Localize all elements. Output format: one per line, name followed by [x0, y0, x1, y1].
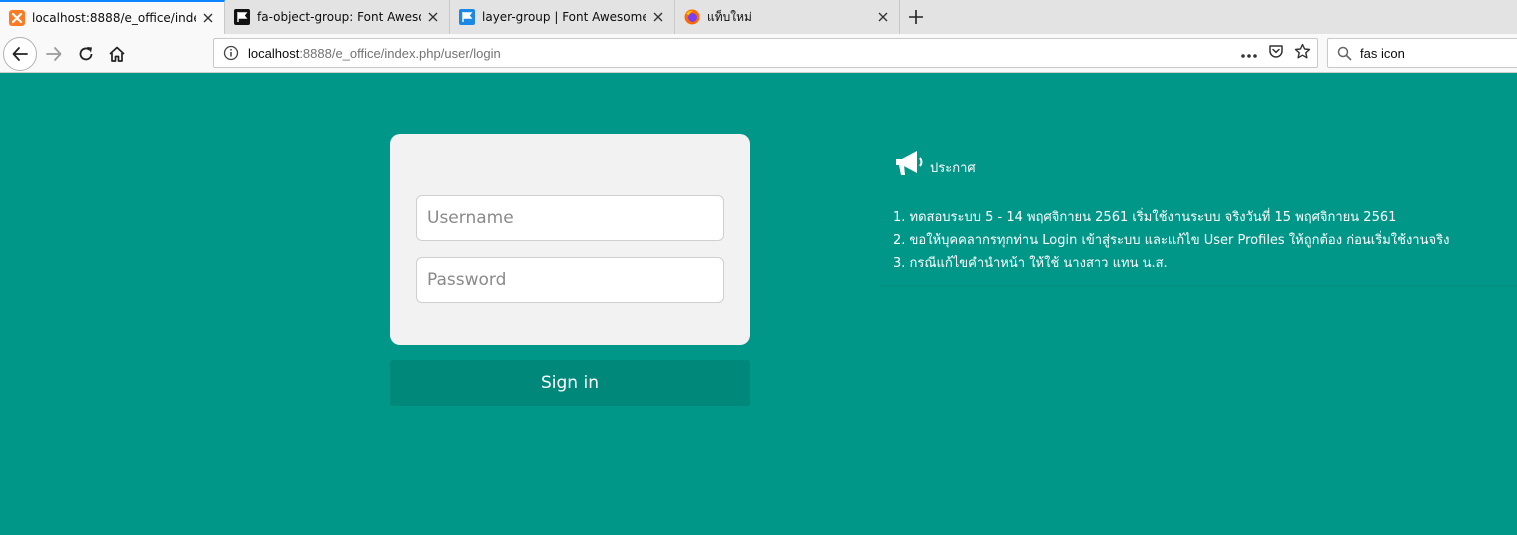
tab-layer-group[interactable]: layer-group | Font Awesome	[450, 0, 675, 34]
list-item: 3. กรณีแก้ไขคำนำหน้า ให้ใช้ นางสาว แทน น…	[893, 256, 1168, 271]
tab-title: layer-group | Font Awesome	[482, 10, 646, 24]
pocket-icon[interactable]	[1268, 43, 1284, 63]
flag-icon	[459, 9, 475, 25]
home-icon	[109, 46, 125, 62]
tab-localhost[interactable]: localhost:8888/e_office/index.p	[0, 0, 225, 34]
navigation-toolbar: localhost:8888/e_office/index.php/user/l…	[0, 34, 1517, 73]
new-tab-button[interactable]	[900, 0, 932, 34]
password-field[interactable]	[416, 257, 724, 303]
url-actions	[1240, 39, 1311, 67]
search-icon	[1336, 45, 1352, 61]
sign-in-button[interactable]: Sign in	[390, 360, 750, 406]
announcement-title: ประกาศ	[930, 161, 976, 176]
close-icon[interactable]	[425, 9, 441, 25]
list-item: 2. ขอให้บุคคลากรทุกท่าน Login เข้าสู่ระบ…	[893, 233, 1450, 248]
tab-fa-object-group[interactable]: fa-object-group: Font Awesom	[225, 0, 450, 34]
url-host: localhost	[248, 45, 300, 61]
home-button[interactable]	[101, 38, 133, 70]
plus-icon	[909, 10, 923, 24]
url-path: :8888/e_office/index.php/user/login	[299, 45, 501, 61]
announcement-panel: ประกาศ 1. ทดสอบระบบ 5 - 14 พฤศจิกายน 256…	[880, 140, 1517, 286]
bookmark-star-icon[interactable]	[1294, 43, 1311, 64]
search-bar[interactable]	[1327, 38, 1517, 68]
reload-icon	[79, 47, 93, 61]
announcement-list: 1. ทดสอบระบบ 5 - 14 พฤศจิกายน 2561 เริ่ม…	[893, 206, 1449, 275]
tab-strip: localhost:8888/e_office/index.p fa-objec…	[0, 0, 1517, 34]
tab-new-tab[interactable]: แท็บใหม่	[675, 0, 900, 34]
info-icon[interactable]	[222, 44, 240, 62]
address-bar[interactable]: localhost:8888/e_office/index.php/user/l…	[213, 38, 1318, 68]
bullhorn-icon	[896, 151, 923, 175]
announcement-header: ประกาศ	[893, 148, 976, 178]
page-actions-icon[interactable]	[1240, 44, 1258, 63]
username-field[interactable]	[416, 195, 724, 241]
arrow-right-icon	[46, 47, 62, 61]
flag-icon	[234, 9, 250, 25]
close-icon[interactable]	[875, 9, 891, 25]
tab-title: fa-object-group: Font Awesom	[257, 10, 421, 24]
firefox-icon	[684, 9, 700, 25]
arrow-left-icon	[12, 47, 28, 61]
reload-button[interactable]	[70, 38, 102, 70]
list-item: 1. ทดสอบระบบ 5 - 14 พฤศจิกายน 2561 เริ่ม…	[893, 210, 1397, 225]
forward-button[interactable]	[38, 38, 70, 70]
search-input[interactable]	[1360, 45, 1510, 61]
tab-title: แท็บใหม่	[707, 9, 752, 24]
close-icon[interactable]	[200, 10, 216, 26]
back-button[interactable]	[3, 37, 37, 71]
login-card	[390, 134, 750, 345]
close-icon[interactable]	[650, 9, 666, 25]
url-text[interactable]: localhost:8888/e_office/index.php/user/l…	[248, 46, 501, 61]
xampp-icon	[9, 10, 25, 26]
tab-title: localhost:8888/e_office/index.p	[32, 11, 196, 25]
